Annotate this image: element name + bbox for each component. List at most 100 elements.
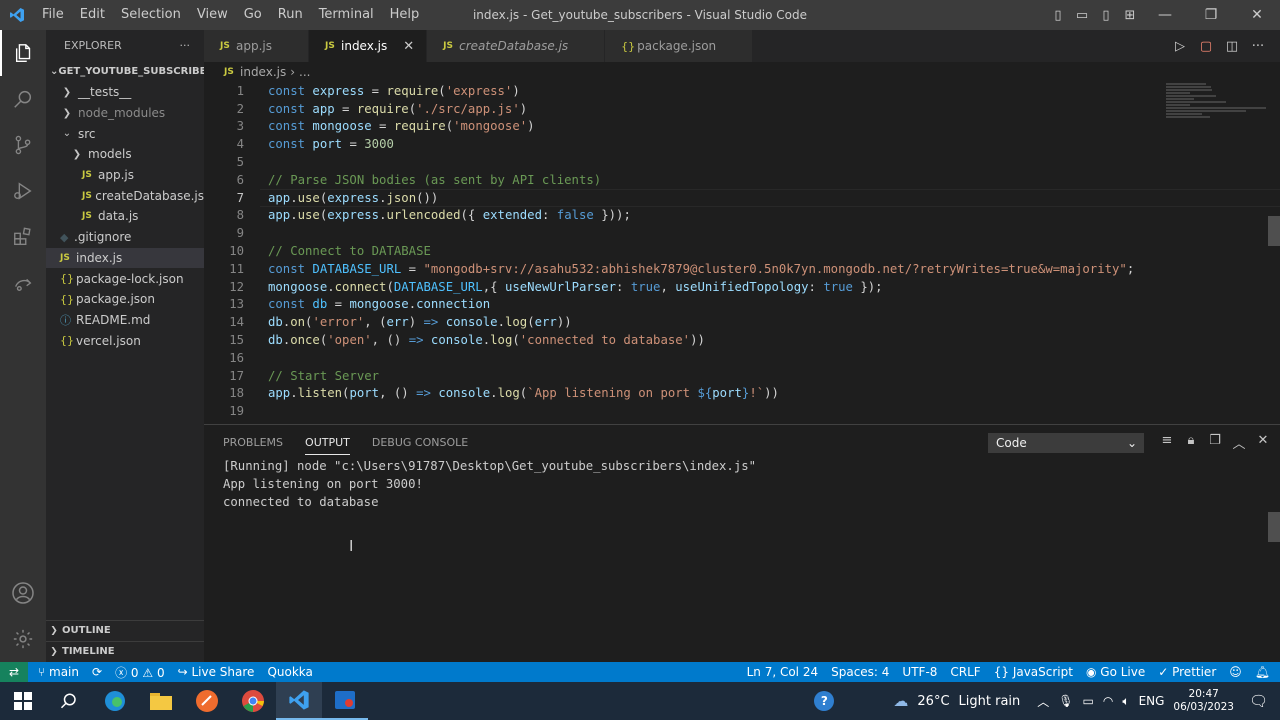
edge-browser-icon[interactable]	[92, 682, 138, 720]
explorer-icon[interactable]	[0, 30, 46, 76]
tree-item[interactable]: JS data.js	[46, 206, 204, 227]
weather-desc[interactable]: Light rain	[959, 694, 1021, 709]
maximize-panel-icon[interactable]: ︿	[1230, 433, 1248, 452]
language-indicator[interactable]: ENG	[1139, 694, 1165, 708]
menu-item-file[interactable]: File	[34, 0, 72, 30]
search-icon[interactable]	[46, 682, 92, 720]
restore-button[interactable]: ❐	[1188, 0, 1234, 30]
panel-tab-output[interactable]: OUTPUT	[305, 430, 350, 455]
notifications-bell-icon[interactable]: 🔔︎	[1255, 665, 1270, 679]
menu-item-go[interactable]: Go	[236, 0, 270, 30]
minimize-button[interactable]: —	[1142, 0, 1188, 30]
tree-item[interactable]: ◆ .gitignore	[46, 227, 204, 248]
golive-button[interactable]: ◉ Go Live	[1086, 665, 1145, 679]
outline-section[interactable]: ❯ OUTLINE	[46, 620, 204, 640]
tree-item[interactable]: JS app.js	[46, 165, 204, 186]
source-control-icon[interactable]	[0, 122, 46, 168]
line-ending[interactable]: CRLF	[950, 665, 980, 679]
code-editor[interactable]: 1 const express = require('express') 2 cons…	[204, 82, 1280, 424]
manage-gear-icon[interactable]	[0, 616, 46, 662]
code-text: app.listen(port, () => console.log(`App …	[268, 386, 779, 400]
lock-scroll-icon[interactable]: 🔒︎	[1182, 433, 1200, 452]
open-in-editor-icon[interactable]: ❐	[1206, 433, 1224, 452]
tree-item[interactable]: {} package.json	[46, 289, 204, 310]
notifications-icon[interactable]: 🗨︎	[1249, 692, 1268, 710]
indentation[interactable]: Spaces: 4	[831, 665, 889, 679]
extensions-icon[interactable]	[0, 214, 46, 260]
tree-item[interactable]: {} vercel.json	[46, 330, 204, 351]
panel-tab-debug-console[interactable]: DEBUG CONSOLE	[372, 436, 468, 449]
panel-tab-problems[interactable]: PROBLEMS	[223, 436, 283, 449]
vscode-taskbar-icon[interactable]	[276, 682, 322, 720]
sync-icon[interactable]: ⟳	[92, 665, 102, 679]
toggle-sidebar-icon[interactable]: ▯	[1046, 0, 1070, 30]
more-actions-icon[interactable]: ···	[180, 39, 191, 52]
menu-item-terminal[interactable]: Terminal	[311, 0, 382, 30]
breadcrumb-file[interactable]: index.js	[240, 65, 286, 79]
customize-layout-icon[interactable]: ⊞	[1118, 0, 1142, 30]
quokka-indicator[interactable]: Quokka	[267, 665, 312, 679]
toggle-secondary-sidebar-icon[interactable]: ▯	[1094, 0, 1118, 30]
editor-scrollbar[interactable]	[1268, 216, 1280, 246]
language-mode[interactable]: {} JavaScript	[994, 665, 1073, 679]
weather-temp[interactable]: 26°C	[917, 694, 949, 709]
minimap[interactable]	[1166, 82, 1266, 122]
run-code-icon[interactable]: ▷	[1170, 39, 1190, 54]
tab-createdatabase-js[interactable]: JS createDatabase.js	[427, 30, 606, 62]
branch-indicator[interactable]: ⑂ main	[38, 665, 79, 679]
wifi-icon[interactable]: ◠	[1103, 694, 1113, 708]
tree-item[interactable]: ⌄ src	[46, 123, 204, 144]
remote-explorer-icon[interactable]	[0, 260, 46, 306]
tree-item[interactable]: JS createDatabase.js	[46, 185, 204, 206]
close-tab-icon[interactable]: ✕	[403, 39, 414, 54]
split-editor-icon[interactable]: ◫	[1222, 39, 1242, 54]
clock[interactable]: 20:47 06/03/2023	[1173, 688, 1234, 714]
tree-item[interactable]: JS index.js	[46, 247, 204, 269]
stop-code-icon[interactable]: ▢	[1196, 39, 1216, 54]
output-channel-select[interactable]: Code ⌄	[988, 433, 1144, 453]
feedback-icon[interactable]: ☺	[1229, 665, 1242, 679]
weather-cloud-icon[interactable]: ☁	[893, 692, 908, 710]
encoding[interactable]: UTF-8	[902, 665, 937, 679]
liveshare-indicator[interactable]: ↪ Live Share	[178, 665, 255, 679]
postman-icon[interactable]	[184, 682, 230, 720]
prettier-indicator[interactable]: ✓ Prettier	[1158, 665, 1216, 679]
show-hidden-icons-icon[interactable]: ︿	[1037, 693, 1049, 710]
tree-item[interactable]: ⓘ README.md	[46, 310, 204, 331]
menu-item-view[interactable]: View	[189, 0, 236, 30]
cursor-position[interactable]: Ln 7, Col 24	[747, 665, 819, 679]
file-explorer-icon[interactable]	[138, 682, 184, 720]
clear-output-icon[interactable]: ≡	[1158, 433, 1176, 452]
volume-icon[interactable]: 🔈︎	[1122, 694, 1129, 709]
chrome-browser-icon[interactable]	[230, 682, 276, 720]
problems-indicator[interactable]: ⓧ 0 ⚠ 0	[115, 664, 165, 681]
tree-item[interactable]: ❯ __tests__	[46, 82, 204, 103]
run-debug-icon[interactable]	[0, 168, 46, 214]
tree-item[interactable]: ❯ models	[46, 144, 204, 165]
recorder-app-icon[interactable]	[322, 682, 368, 720]
tab-index-js[interactable]: JS index.js ✕	[309, 30, 428, 62]
menu-item-edit[interactable]: Edit	[72, 0, 113, 30]
panel-scrollbar[interactable]	[1268, 512, 1280, 542]
tab-app-js[interactable]: JS app.js	[204, 30, 309, 62]
workspace-root[interactable]: ⌄ GET_YOUTUBE_SUBSCRIBE...	[46, 60, 204, 82]
menu-item-help[interactable]: Help	[382, 0, 428, 30]
close-window-button[interactable]: ✕	[1234, 0, 1280, 30]
tree-item[interactable]: ❯ node_modules	[46, 103, 204, 124]
menu-item-selection[interactable]: Selection	[113, 0, 189, 30]
toggle-panel-icon[interactable]: ▭	[1070, 0, 1094, 30]
help-icon[interactable]: ?	[814, 691, 835, 711]
breadcrumb-more[interactable]: ...	[299, 65, 310, 79]
more-actions-icon[interactable]: ···	[1248, 39, 1268, 54]
battery-icon[interactable]: ▭	[1083, 694, 1094, 708]
search-icon[interactable]	[0, 76, 46, 122]
microphone-icon[interactable]: 🎙︎	[1058, 694, 1073, 708]
start-windows-icon[interactable]	[0, 682, 46, 720]
timeline-section[interactable]: ❯ TIMELINE	[46, 641, 204, 661]
account-icon[interactable]	[0, 570, 46, 616]
tree-item[interactable]: {} package-lock.json	[46, 268, 204, 289]
tab-package-json[interactable]: {} package.json	[605, 30, 754, 62]
menu-item-run[interactable]: Run	[270, 0, 311, 30]
remote-indicator-icon[interactable]: ⇄	[0, 662, 28, 682]
close-panel-icon[interactable]: ✕	[1254, 433, 1272, 452]
